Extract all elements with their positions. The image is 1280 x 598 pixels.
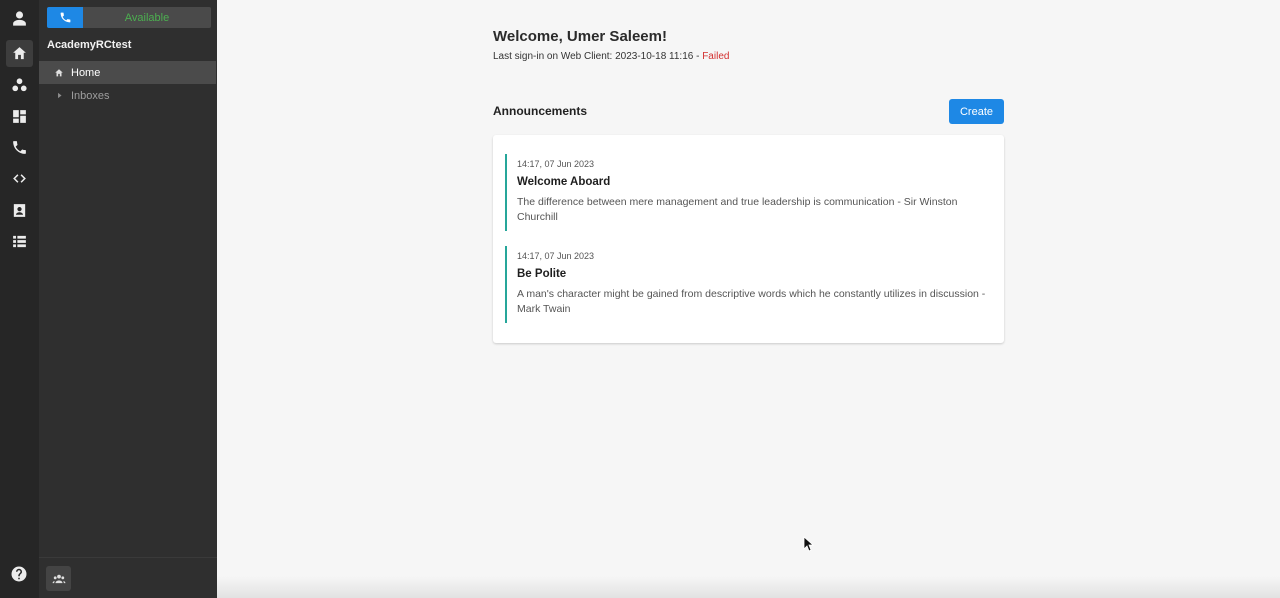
announcement-item[interactable]: 14:17, 07 Jun 2023 Be Polite A man's cha…	[505, 246, 990, 323]
phone-icon	[60, 12, 70, 23]
icon-rail	[0, 0, 39, 598]
rail-contacts-button[interactable]	[6, 197, 33, 224]
announcement-body: A man's character might be gained from d…	[517, 288, 986, 315]
sidebar-item-inboxes[interactable]: Inboxes	[39, 84, 216, 107]
home-icon	[39, 68, 71, 78]
announcements-card: 14:17, 07 Jun 2023 Welcome Aboard The di…	[493, 135, 1004, 343]
announcement-title: Be Polite	[517, 268, 567, 280]
rail-teams-button[interactable]	[6, 72, 33, 99]
welcome-heading: Welcome, Umer Saleem!	[493, 28, 667, 45]
last-signin-info: Last sign-in on Web Client: 2023-10-18 1…	[493, 51, 729, 62]
user-icon	[13, 11, 26, 26]
rail-code-button[interactable]	[6, 165, 33, 192]
announcements-title: Announcements	[493, 104, 588, 118]
phone-button[interactable]	[47, 7, 83, 28]
bottom-shade	[217, 576, 1280, 598]
mouse-cursor-icon	[803, 536, 815, 552]
announcement-item[interactable]: 14:17, 07 Jun 2023 Welcome Aboard The di…	[505, 154, 990, 231]
last-signin-status: Failed	[702, 51, 730, 62]
teams-icon	[12, 78, 27, 92]
rail-dashboard-button[interactable]	[6, 103, 33, 130]
contacts-icon	[13, 204, 26, 217]
announcement-time: 14:17, 07 Jun 2023	[517, 159, 595, 169]
home-icon	[13, 47, 26, 60]
rail-home-button[interactable]	[6, 40, 33, 67]
nav-panel: Available AcademyRCtest Home Inboxes	[39, 0, 217, 598]
last-signin-text: Last sign-in on Web Client: 2023-10-18 1…	[493, 51, 703, 62]
sidebar-item-home[interactable]: Home	[39, 61, 216, 84]
help-icon	[11, 566, 27, 582]
team-icon	[52, 574, 65, 583]
create-button[interactable]: Create	[949, 99, 1004, 124]
announcement-time: 14:17, 07 Jun 2023	[517, 251, 595, 261]
announcement-title: Welcome Aboard	[517, 176, 611, 188]
announcement-body: The difference between mere management a…	[517, 196, 958, 223]
chevron-right-icon	[39, 92, 71, 99]
code-icon	[13, 174, 26, 183]
team-button[interactable]	[46, 566, 71, 591]
sidebar-item-label: Home	[71, 66, 101, 79]
main-content: Welcome, Umer Saleem! Last sign-in on We…	[217, 0, 1280, 598]
list-icon	[13, 235, 26, 248]
sidebar-item-label: Inboxes	[71, 89, 110, 102]
rail-calls-button[interactable]	[6, 134, 33, 161]
availability-select[interactable]: Available	[83, 7, 211, 28]
rail-list-button[interactable]	[6, 228, 33, 255]
phone-icon	[13, 141, 26, 154]
help-button[interactable]	[10, 565, 28, 583]
nav-footer	[39, 557, 217, 598]
org-name: AcademyRCtest	[47, 39, 132, 51]
dashboard-icon	[13, 110, 26, 123]
profile-button[interactable]	[6, 5, 33, 32]
status-bar: Available	[47, 7, 211, 28]
